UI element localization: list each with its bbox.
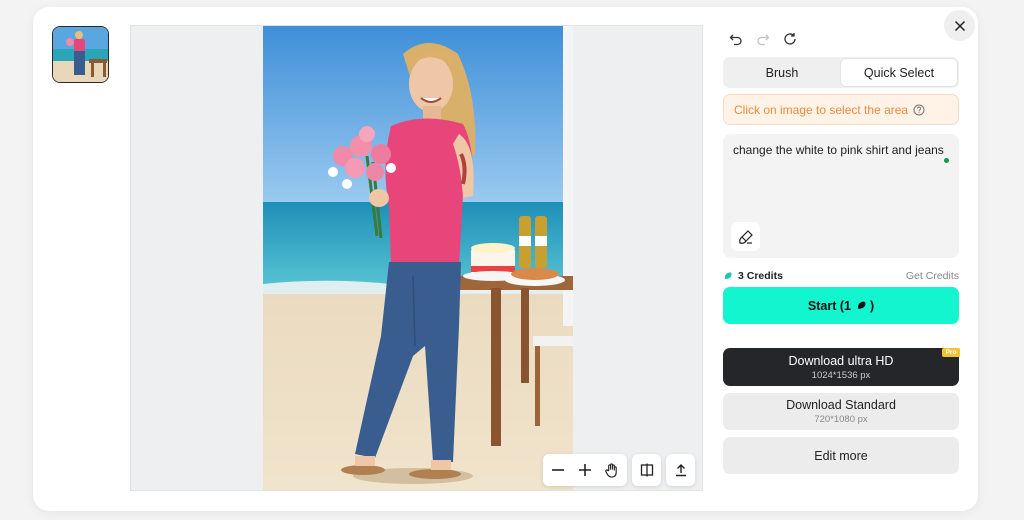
- start-button[interactable]: Start (1 ): [723, 287, 959, 324]
- edit-more-button[interactable]: Edit more: [723, 437, 959, 474]
- help-icon[interactable]: [913, 104, 925, 116]
- hand-icon: [605, 462, 617, 478]
- download-standard-label: Download Standard: [786, 398, 896, 412]
- export-toolbar: [666, 454, 695, 486]
- pan-tool-button[interactable]: [599, 457, 625, 483]
- close-button[interactable]: [944, 10, 975, 41]
- reset-icon: [784, 33, 796, 45]
- zoom-in-button[interactable]: [572, 457, 598, 483]
- undo-icon: [729, 34, 742, 46]
- status-dot: [944, 158, 949, 163]
- prompt-text[interactable]: change the white to pink shirt and jeans: [733, 142, 949, 158]
- hint-text: Click on image to select the area: [734, 102, 909, 117]
- plus-icon: [578, 464, 591, 476]
- split-view-icon: [640, 463, 653, 477]
- tab-quick-select[interactable]: Quick Select: [840, 58, 958, 87]
- start-label: Start (1: [807, 298, 851, 313]
- zoom-toolbar: [543, 454, 627, 486]
- redo-icon: [757, 34, 770, 46]
- selection-mode-tabs: Brush Quick Select: [723, 57, 959, 88]
- pro-badge: Pro: [942, 348, 960, 357]
- get-credits-link[interactable]: Get Credits: [906, 270, 959, 282]
- brush-icon: [738, 229, 753, 244]
- download-standard-size: 720*1080 px: [814, 414, 868, 425]
- credits-row: 3 Credits Get Credits: [723, 268, 959, 284]
- prompt-input[interactable]: change the white to pink shirt and jeans: [723, 134, 959, 258]
- download-hd-size: 1024*1536 px: [811, 369, 871, 381]
- selection-hint: Click on image to select the area: [723, 94, 959, 125]
- undo-button[interactable]: [728, 31, 744, 47]
- close-icon: [954, 20, 965, 31]
- history-controls: [728, 31, 798, 47]
- credit-icon: [724, 272, 732, 279]
- export-button[interactable]: [668, 457, 694, 483]
- reset-button[interactable]: [782, 31, 798, 47]
- upload-icon: [675, 464, 686, 477]
- zoom-out-button[interactable]: [545, 457, 571, 483]
- minus-icon: [552, 469, 565, 471]
- credits-label: 3 Credits: [738, 270, 783, 282]
- image-thumbnail[interactable]: [52, 26, 109, 83]
- download-hd-label: Download ultra HD: [788, 353, 894, 368]
- download-standard-button[interactable]: Download Standard 720*1080 px: [723, 393, 959, 430]
- compare-toolbar: [632, 454, 661, 486]
- credit-icon: [857, 301, 866, 309]
- download-ultra-hd-button[interactable]: Download ultra HD 1024*1536 px: [723, 348, 959, 386]
- redo-button[interactable]: [755, 31, 771, 47]
- tab-brush[interactable]: Brush: [724, 58, 840, 87]
- compare-button[interactable]: [634, 457, 660, 483]
- edited-photo: [263, 26, 573, 490]
- mask-brush-button[interactable]: [731, 222, 760, 251]
- image-canvas[interactable]: [130, 25, 703, 491]
- credits-balance: 3 Credits: [723, 270, 783, 282]
- start-label-end: ): [869, 298, 875, 313]
- thumbnail-image: [53, 27, 108, 82]
